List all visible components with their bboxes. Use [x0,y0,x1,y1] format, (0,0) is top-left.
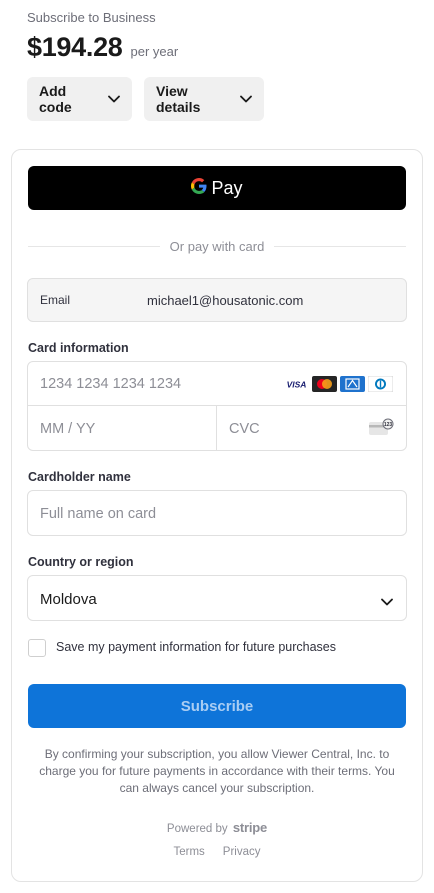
stripe-logo: stripe [232,820,268,835]
subscribe-button[interactable]: Subscribe [28,684,406,728]
chevron-down-icon [240,95,252,103]
footer-links: Terms Privacy [0,846,434,858]
svg-text:123: 123 [384,422,393,428]
terms-link[interactable]: Terms [173,846,204,858]
mastercard-icon [312,376,337,392]
subscribe-label: Subscribe [180,697,254,715]
expiry-placeholder: MM / YY [40,421,96,437]
cvc-card-icon: 123 [368,418,394,441]
price-amount: $194.28 [27,32,123,62]
chevron-down-icon [108,95,120,103]
pay-with-card-divider: Or pay with card [28,238,406,254]
country-select[interactable]: Moldova [27,575,407,621]
svg-text:VISA: VISA [287,380,307,390]
chevron-down-icon [381,593,393,611]
google-pay-label: Pay [211,177,243,198]
card-number-input[interactable]: 1234 1234 1234 1234 VISA [28,362,406,406]
diners-icon [368,376,393,392]
save-info-checkbox[interactable] [28,639,46,657]
google-pay-button[interactable]: Pay [28,166,406,210]
save-info-label[interactable]: Save my payment information for future p… [56,640,336,654]
visa-icon: VISA [284,376,309,392]
view-details-button[interactable]: View details [144,77,264,121]
powered-by-stripe[interactable]: Powered by stripe [0,820,434,835]
country-value: Moldova [40,591,97,608]
product-title: Subscribe to Business [27,10,156,25]
add-code-label: Add code [39,83,72,115]
cardholder-placeholder: Full name on card [40,506,157,522]
expiry-input[interactable]: MM / YY [28,406,217,451]
cvc-placeholder: CVC [229,421,260,437]
cardholder-name-label: Cardholder name [28,470,131,484]
powered-by-label: Powered by [166,823,228,835]
email-label: Email [40,293,71,307]
billing-period: per year [130,44,179,59]
view-details-label: View details [156,83,201,115]
card-details-group: 1234 1234 1234 1234 VISA MM / YY CVC 123 [27,361,407,451]
legal-text: By confirming your subscription, you all… [39,747,395,795]
privacy-link[interactable]: Privacy [223,846,261,858]
cardholder-name-input[interactable]: Full name on card [27,490,407,536]
price-row: $194.28 per year [27,32,178,63]
google-g-icon [191,177,211,199]
email-value: michael1@housatonic.com [147,292,304,308]
card-information-label: Card information [28,341,129,355]
card-number-placeholder: 1234 1234 1234 1234 [40,376,182,392]
divider-text: Or pay with card [169,238,265,254]
cvc-input[interactable]: CVC 123 [217,406,406,451]
amex-icon [340,376,365,392]
email-field: Email michael1@housatonic.com [27,278,407,322]
country-label: Country or region [28,555,134,569]
card-brands: VISA [284,376,393,392]
add-code-button[interactable]: Add code [27,77,132,121]
